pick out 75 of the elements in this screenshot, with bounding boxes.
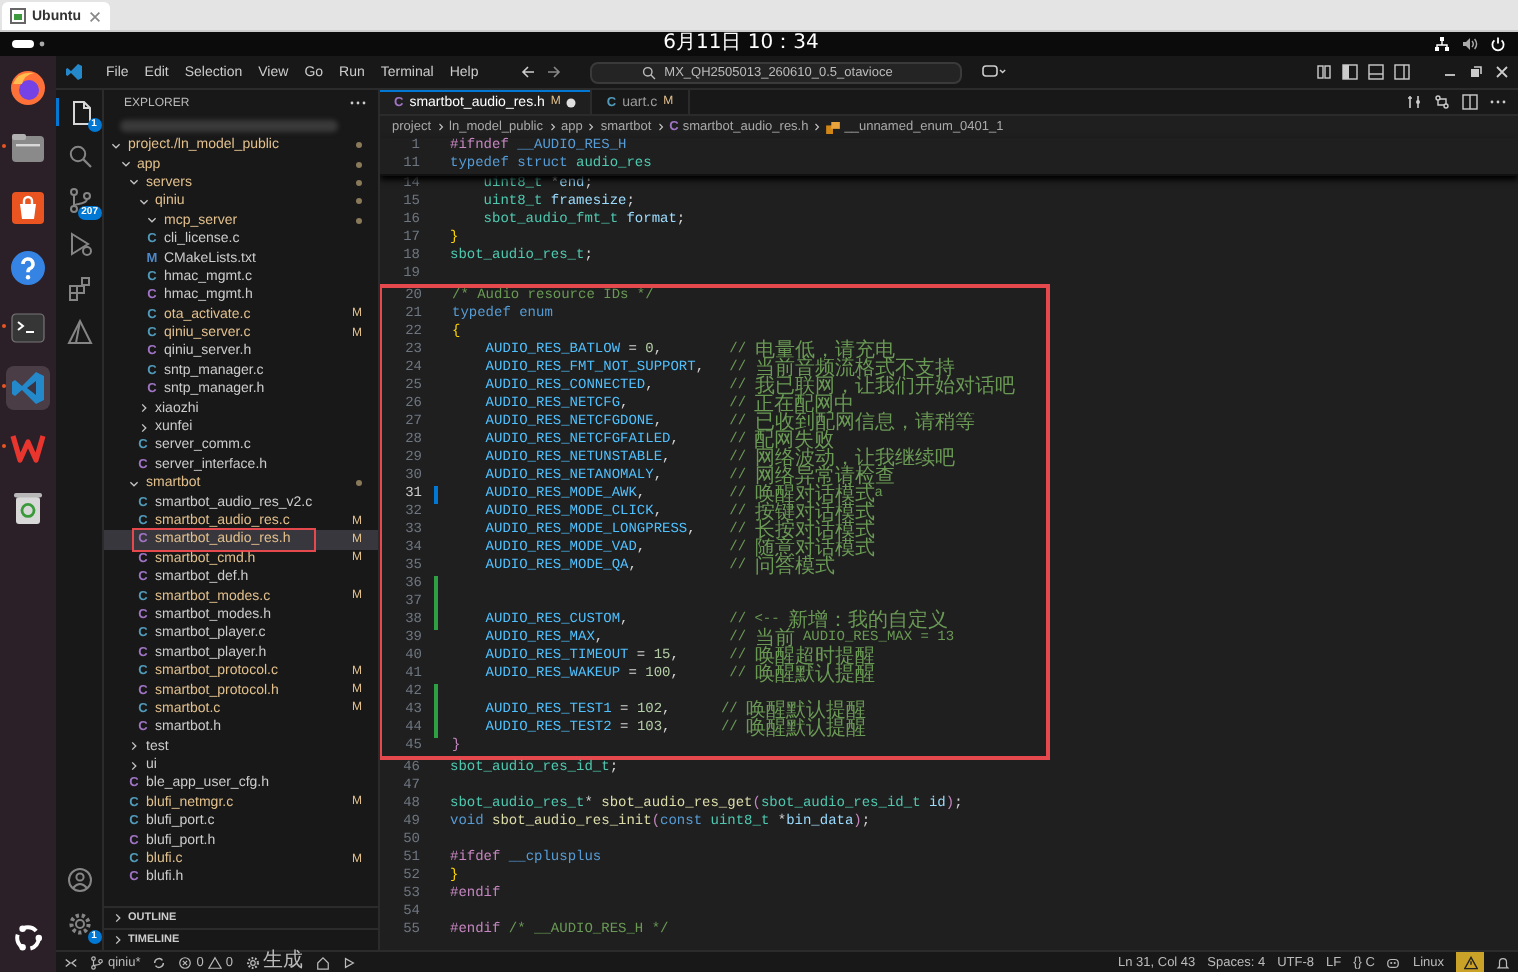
build-button[interactable]: 生成 xyxy=(245,952,304,972)
restore-icon[interactable] xyxy=(1468,64,1484,80)
chevron-icon[interactable] xyxy=(119,158,131,171)
warning-button[interactable] xyxy=(1456,952,1484,972)
search-icon[interactable] xyxy=(65,142,93,170)
search-icon xyxy=(642,65,657,79)
branch-icon[interactable] xyxy=(1434,94,1450,110)
folder-icon[interactable] xyxy=(8,128,48,168)
terminal-icon[interactable] xyxy=(8,308,48,348)
dot-icon xyxy=(356,217,362,224)
browser-icon[interactable] xyxy=(8,68,48,108)
dot-icon xyxy=(356,179,362,186)
power-icon[interactable] xyxy=(1490,36,1506,52)
chevron-icon[interactable] xyxy=(128,759,140,772)
chevron-icon[interactable] xyxy=(137,421,149,434)
code-editor-icon[interactable] xyxy=(8,368,48,408)
chevron-icon[interactable] xyxy=(146,214,158,227)
chevron-icon xyxy=(655,122,666,132)
warning-icon xyxy=(1463,955,1477,969)
running-indicator xyxy=(2,384,6,388)
volume-icon[interactable] xyxy=(1462,36,1478,52)
warning-icon xyxy=(207,955,222,969)
running-indicator xyxy=(2,444,6,448)
run-icon[interactable] xyxy=(341,955,356,969)
dot-icon xyxy=(356,480,362,487)
account-icon[interactable] xyxy=(65,866,93,894)
chevron-icon xyxy=(435,122,446,132)
split-editor-icon[interactable] xyxy=(1462,94,1478,110)
editor-logo-icon xyxy=(64,62,84,82)
dot-icon xyxy=(356,161,362,168)
help-icon[interactable] xyxy=(8,248,48,288)
run-debug-icon[interactable] xyxy=(65,230,93,258)
chevron-icon[interactable] xyxy=(137,402,149,415)
chevron-icon xyxy=(586,122,597,132)
chevron-icon xyxy=(812,122,823,132)
chevron-icon[interactable] xyxy=(110,139,122,152)
home-icon[interactable] xyxy=(315,955,330,969)
triangle-icon[interactable] xyxy=(65,318,93,346)
layout-icon[interactable] xyxy=(1316,64,1332,80)
bell-icon[interactable] xyxy=(1496,955,1510,969)
window-icon xyxy=(10,8,26,24)
back-arrow-icon[interactable] xyxy=(520,64,537,80)
trash-icon[interactable] xyxy=(8,488,48,528)
chevron-icon[interactable] xyxy=(112,912,124,924)
panel-toggle-icon[interactable] xyxy=(1368,64,1384,80)
ring-logo-icon[interactable] xyxy=(10,920,46,956)
running-indicator xyxy=(2,144,6,148)
chevron-icon xyxy=(547,122,557,132)
sidebar-toggle-icon[interactable] xyxy=(1342,64,1358,80)
activities-icon[interactable] xyxy=(12,38,48,50)
dot-icon xyxy=(356,142,362,149)
secondary-sidebar-icon[interactable] xyxy=(1394,64,1410,80)
more-icon[interactable] xyxy=(350,100,366,106)
gear-icon xyxy=(245,955,260,969)
running-indicator xyxy=(2,324,6,328)
chevron-icon[interactable] xyxy=(128,477,140,490)
enum-icon xyxy=(826,121,841,133)
unsaved-dot-icon[interactable] xyxy=(566,97,577,107)
chevron-icon[interactable] xyxy=(128,176,140,189)
chevron-icon[interactable] xyxy=(128,740,140,753)
compare-icon[interactable] xyxy=(1406,94,1422,110)
remote-icon[interactable] xyxy=(64,955,78,969)
close-icon[interactable] xyxy=(1494,64,1510,80)
error-icon xyxy=(178,955,193,969)
extensions-icon[interactable] xyxy=(65,274,93,302)
chevron-icon[interactable] xyxy=(137,195,149,208)
network-icon[interactable] xyxy=(1434,36,1450,52)
forward-arrow-icon[interactable] xyxy=(546,64,563,80)
sync-icon[interactable] xyxy=(152,955,167,969)
dot-icon xyxy=(356,198,362,205)
branch-icon xyxy=(90,955,104,969)
chat-icon[interactable] xyxy=(982,64,1007,80)
shopping-bag-icon[interactable] xyxy=(8,188,48,228)
settings-icon[interactable] xyxy=(65,910,93,938)
chevron-icon[interactable] xyxy=(112,934,124,946)
